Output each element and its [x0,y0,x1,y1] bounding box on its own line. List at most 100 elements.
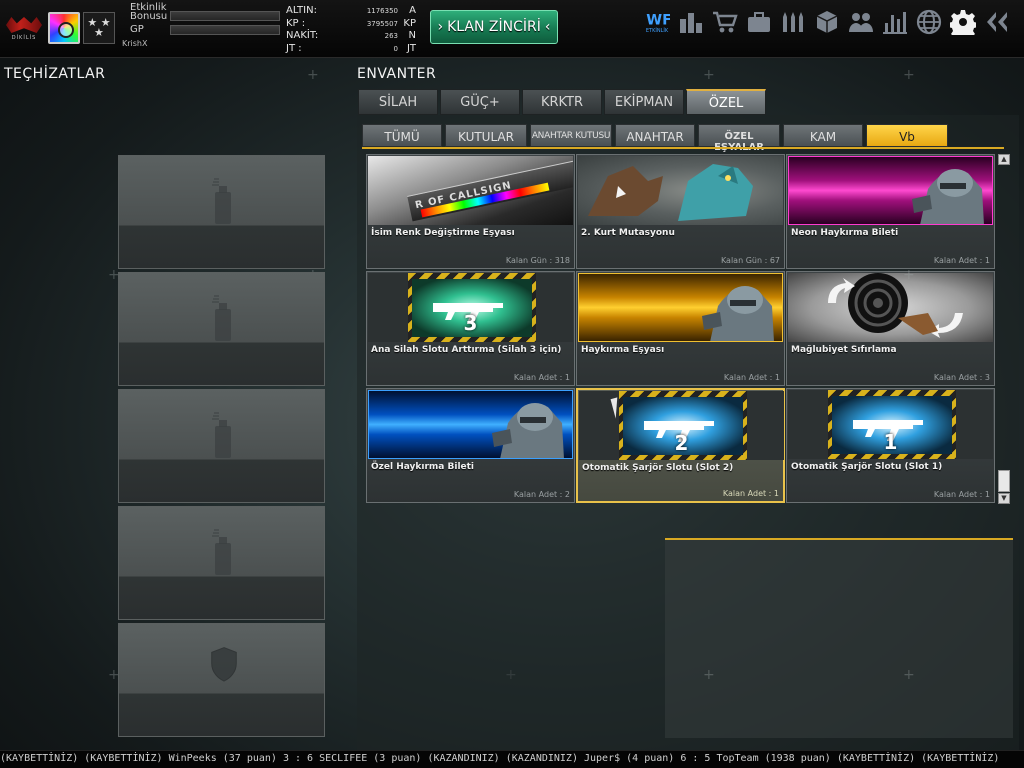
item-name: Otomatik Şarjör Slotu (Slot 2) [582,463,734,473]
subtab-special-items[interactable]: ÖZEL EŞYALAR [698,124,780,153]
plus-marker: + [703,667,715,683]
item-name: 2. Kurt Mutasyonu [581,228,675,238]
item-name: Neon Haykırma Bileti [791,228,899,238]
subtab-boxes[interactable]: KUTULAR [445,124,527,147]
sub-tab-underline [362,147,1004,149]
inventory-main-tabs: SİLAH GÜÇ+ KRKTR EKİPMAN ÖZEL [358,89,766,115]
plus-marker: + [903,67,915,83]
item-name: Özel Haykırma Bileti [371,462,475,472]
currency-gold: ALTIN: 1176350 A [284,5,420,18]
chevron-left-icon: ‹ [544,19,551,35]
currency-cash: NAKİT: 263 N [284,30,420,43]
currency-unit: N [408,30,416,41]
currency-label: NAKİT: [286,30,319,41]
tab-power[interactable]: GÜÇ+ [440,89,520,115]
werewolf-image [578,156,783,225]
inventory-title: ENVANTER [357,66,437,82]
currency-value: 1176350 [366,7,398,15]
soldier-icon [912,169,984,224]
scroll-down-icon[interactable]: ▼ [998,493,1010,504]
shop-cart-icon[interactable] [708,5,742,39]
neon-shout-image [788,156,993,225]
spray-icon [207,404,237,460]
currency-unit: JT [406,42,416,54]
item-card[interactable]: Neon Haykırma Bileti Kalan Adet : 1 [786,154,995,269]
plus-marker: + [903,667,915,683]
item-card-selected[interactable]: 2 Otomatik Şarjör Slotu (Slot 2) Kalan A… [576,388,785,503]
username: KrishX [122,39,148,48]
tab-equipment[interactable]: EKİPMAN [604,89,684,115]
globe-icon[interactable] [912,5,946,39]
rank-logo: DİKİLİS [3,12,45,44]
event-label: ETKİNLİK [645,28,669,34]
subtab-all[interactable]: TÜMÜ [362,124,442,147]
item-remaining: Kalan Gün : 67 [720,256,780,265]
item-remaining: Kalan Adet : 2 [513,490,570,499]
item-card[interactable]: Özel Haykırma Bileti Kalan Adet : 2 [366,388,575,503]
currency-label: ALTIN: [286,5,317,16]
plus-marker: + [307,67,319,83]
rank-emblem-icon [4,15,44,35]
scroll-up-icon[interactable]: ▲ [998,154,1010,165]
subtab-etc[interactable]: Vb [866,124,948,147]
equipment-slot-4[interactable] [118,506,325,620]
clan-icon[interactable] [844,5,878,39]
equipment-slot-2[interactable] [118,272,325,386]
subtab-camo[interactable]: KAM [783,124,863,147]
back-icon[interactable] [980,5,1014,39]
scroll-thumb[interactable] [998,470,1010,492]
event-bonus-bar [170,11,280,21]
callsign-color-image: R OF CALLSIGN [368,156,573,225]
equipment-slot-1[interactable] [118,155,325,269]
top-bar: DİKİLİS ★ ★ ★ Etkinlik Bonusu GP KrishX A… [0,0,1024,58]
gp-label: GP [130,24,144,35]
equipment-slot-5[interactable] [118,623,325,737]
soldier-icon [492,403,564,458]
leaderboard-icon[interactable] [674,5,708,39]
item-name: İsim Renk Değiştirme Eşyası [371,228,515,238]
ammo-icon[interactable] [776,5,810,39]
shout-item-image [578,273,783,342]
top-icon-bar: WF ETKİNLİK [640,5,1014,39]
item-remaining: Kalan Adet : 1 [933,256,990,265]
spray-icon [207,521,237,577]
subtab-key-box[interactable]: ANAHTAR KUTUSU [530,124,612,147]
currency-label: JT : [286,42,302,54]
magazine-slot-image: 1 [788,390,993,459]
item-name: Haykırma Eşyası [581,345,665,355]
currency-unit: A [409,5,416,16]
item-card[interactable]: Haykırma Eşyası Kalan Adet : 1 [576,271,785,386]
tab-weapon[interactable]: SİLAH [358,89,438,115]
clan-chain-label: KLAN ZİNCİRİ [447,19,541,35]
profile-avatar[interactable] [48,12,80,44]
item-card[interactable]: R OF CALLSIGN İsim Renk Değiştirme Eşyas… [366,154,575,269]
item-card[interactable]: 1 Otomatik Şarjör Slotu (Slot 1) Kalan A… [786,388,995,503]
equipment-slot-3[interactable] [118,389,325,503]
item-card[interactable]: 3 Ana Silah Slotu Arttırma (Silah 3 için… [366,271,575,386]
event-icon[interactable]: WF ETKİNLİK [640,5,674,39]
stats-icon[interactable] [878,5,912,39]
rank-caption: DİKİLİS [11,35,37,41]
subtab-key[interactable]: ANAHTAR [615,124,695,147]
item-name: Otomatik Şarjör Slotu (Slot 1) [791,462,943,472]
slot-number: 1 [883,430,898,454]
weapon-slot-image: 3 [368,273,573,342]
item-grid-scrollbar[interactable]: ▲ ▼ [998,154,1010,504]
rank-stars-icon: ★ ★ ★ [83,12,115,44]
tab-special[interactable]: ÖZEL [686,89,766,115]
tab-character[interactable]: KRKTR [522,89,602,115]
item-card[interactable]: Mağlubiyet Sıfırlama Kalan Adet : 3 [786,271,995,386]
currency-value: 0 [393,44,398,53]
settings-icon[interactable] [946,5,980,39]
magazine-slot-image: 2 [579,391,784,460]
item-card[interactable]: 2. Kurt Mutasyonu Kalan Gün : 67 [576,154,785,269]
chevron-right-icon: › [437,19,444,35]
shield-icon [202,636,246,692]
briefcase-icon[interactable] [742,5,776,39]
item-remaining: Kalan Adet : 1 [722,489,779,498]
box-icon[interactable] [810,5,844,39]
soldier-icon [702,286,774,341]
clan-chain-button[interactable]: › KLAN ZİNCİRİ ‹ [430,10,558,44]
currency-unit: KP [403,17,416,29]
bonus-block: Etkinlik Bonusu GP [130,3,282,35]
